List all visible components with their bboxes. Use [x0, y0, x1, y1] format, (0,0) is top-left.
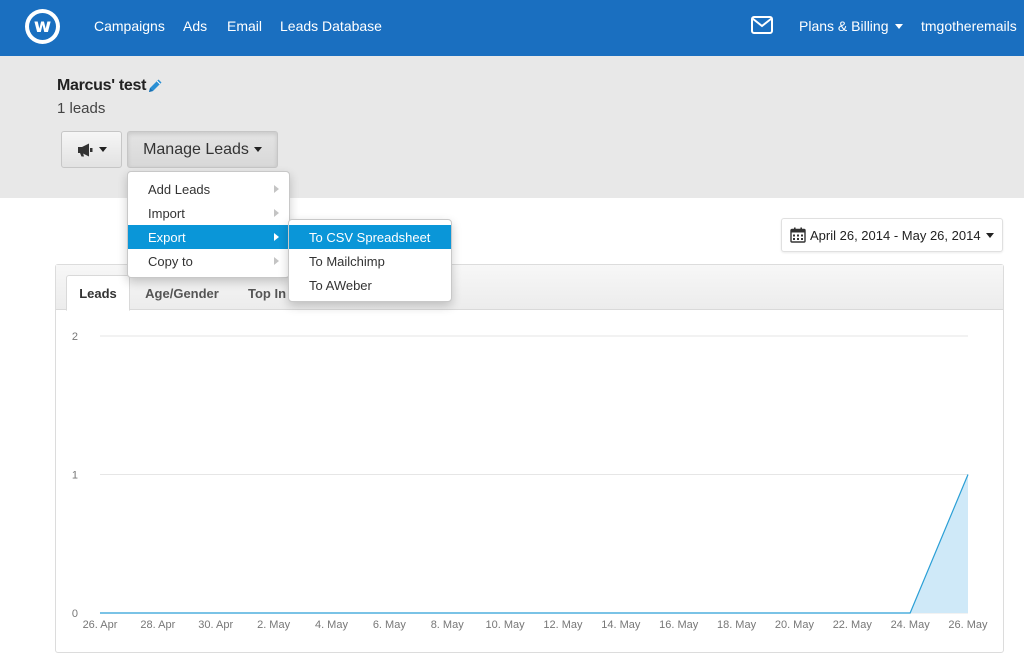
series-line — [100, 474, 969, 614]
page-title: Marcus' test — [57, 77, 147, 94]
menu-item-export[interactable]: Export — [128, 225, 289, 249]
date-range-picker[interactable]: April 26, 2014 - May 26, 2014 — [781, 218, 1003, 252]
y-tick-label: 1 — [72, 470, 78, 482]
x-tick-label: 30. Apr — [198, 619, 233, 631]
x-tick-label: 12. May — [543, 619, 583, 631]
chevron-right-icon — [274, 257, 279, 265]
mail-icon[interactable] — [751, 16, 773, 34]
tab-age-gender[interactable]: Age/Gender — [136, 275, 228, 311]
x-tick-label: 18. May — [717, 619, 757, 631]
y-tick-label: 0 — [72, 608, 78, 620]
x-tick-label: 26. May — [948, 619, 988, 631]
manage-leads-menu: Add Leads Import Export Copy to — [127, 171, 290, 278]
chevron-down-icon — [985, 232, 994, 238]
x-tick-label: 2. May — [257, 619, 291, 631]
y-tick-label: 2 — [72, 331, 78, 343]
menu-item-aweber[interactable]: To AWeber — [289, 273, 451, 297]
chevron-right-icon — [274, 209, 279, 217]
menu-item-import[interactable]: Import — [128, 201, 289, 225]
x-tick-label: 16. May — [659, 619, 699, 631]
top-navbar: w Campaigns Ads Email Leads Database Pla… — [0, 0, 1024, 56]
chevron-down-icon — [253, 147, 262, 152]
manage-leads-button[interactable]: Manage Leads — [127, 131, 278, 168]
campaign-actions-button[interactable] — [61, 131, 122, 168]
calendar-icon — [790, 227, 806, 243]
x-tick-label: 28. Apr — [140, 619, 175, 631]
logo-letter: w — [29, 13, 56, 40]
x-tick-label: 26. Apr — [83, 619, 118, 631]
megaphone-icon — [78, 143, 93, 156]
tab-leads[interactable]: Leads — [66, 275, 130, 311]
menu-item-add-leads[interactable]: Add Leads — [128, 177, 289, 201]
menu-item-label: Add Leads — [148, 181, 211, 197]
tab-top-interests[interactable]: Top In — [240, 275, 290, 311]
x-tick-label: 4. May — [315, 619, 349, 631]
chevron-right-icon — [274, 185, 279, 193]
lead-count: 1 leads — [57, 100, 106, 117]
nav-link-campaigns[interactable]: Campaigns — [94, 17, 165, 35]
x-tick-label: 8. May — [431, 619, 465, 631]
nav-link-ads[interactable]: Ads — [183, 17, 207, 35]
plans-billing-menu[interactable]: Plans & Billing — [799, 17, 903, 35]
user-menu[interactable]: tmgotheremails — [921, 17, 1017, 35]
manage-leads-label: Manage Leads — [143, 140, 249, 158]
x-tick-label: 24. May — [891, 619, 931, 631]
x-tick-label: 14. May — [601, 619, 641, 631]
leads-chart: 0 1 2 26. Apr 28. Apr 30. Apr 2. May 4. May 6. M… — [72, 331, 988, 631]
nav-link-leads-database[interactable]: Leads Database — [280, 17, 382, 35]
menu-item-label: Copy to — [148, 253, 193, 269]
date-range-label: April 26, 2014 - May 26, 2014 — [810, 227, 981, 243]
x-tick-label: 6. May — [373, 619, 407, 631]
menu-item-label: Import — [148, 205, 185, 221]
menu-item-mailchimp[interactable]: To Mailchimp — [289, 249, 451, 273]
nav-link-email[interactable]: Email — [227, 17, 262, 35]
chevron-down-icon — [99, 147, 107, 152]
x-tick-label: 22. May — [833, 619, 873, 631]
plans-billing-label: Plans & Billing — [799, 18, 889, 34]
pencil-icon[interactable] — [146, 77, 164, 95]
series-area — [100, 474, 968, 613]
chevron-down-icon — [894, 23, 903, 29]
menu-item-label: Export — [148, 229, 186, 245]
x-tick-label: 10. May — [485, 619, 525, 631]
menu-item-copy-to[interactable]: Copy to — [128, 249, 289, 273]
x-tick-label: 20. May — [775, 619, 815, 631]
chevron-right-icon — [274, 233, 279, 241]
logo[interactable]: w — [25, 9, 60, 44]
menu-item-csv-spreadsheet[interactable]: To CSV Spreadsheet — [289, 225, 451, 249]
export-submenu: To CSV Spreadsheet To Mailchimp To AWebe… — [288, 219, 452, 302]
